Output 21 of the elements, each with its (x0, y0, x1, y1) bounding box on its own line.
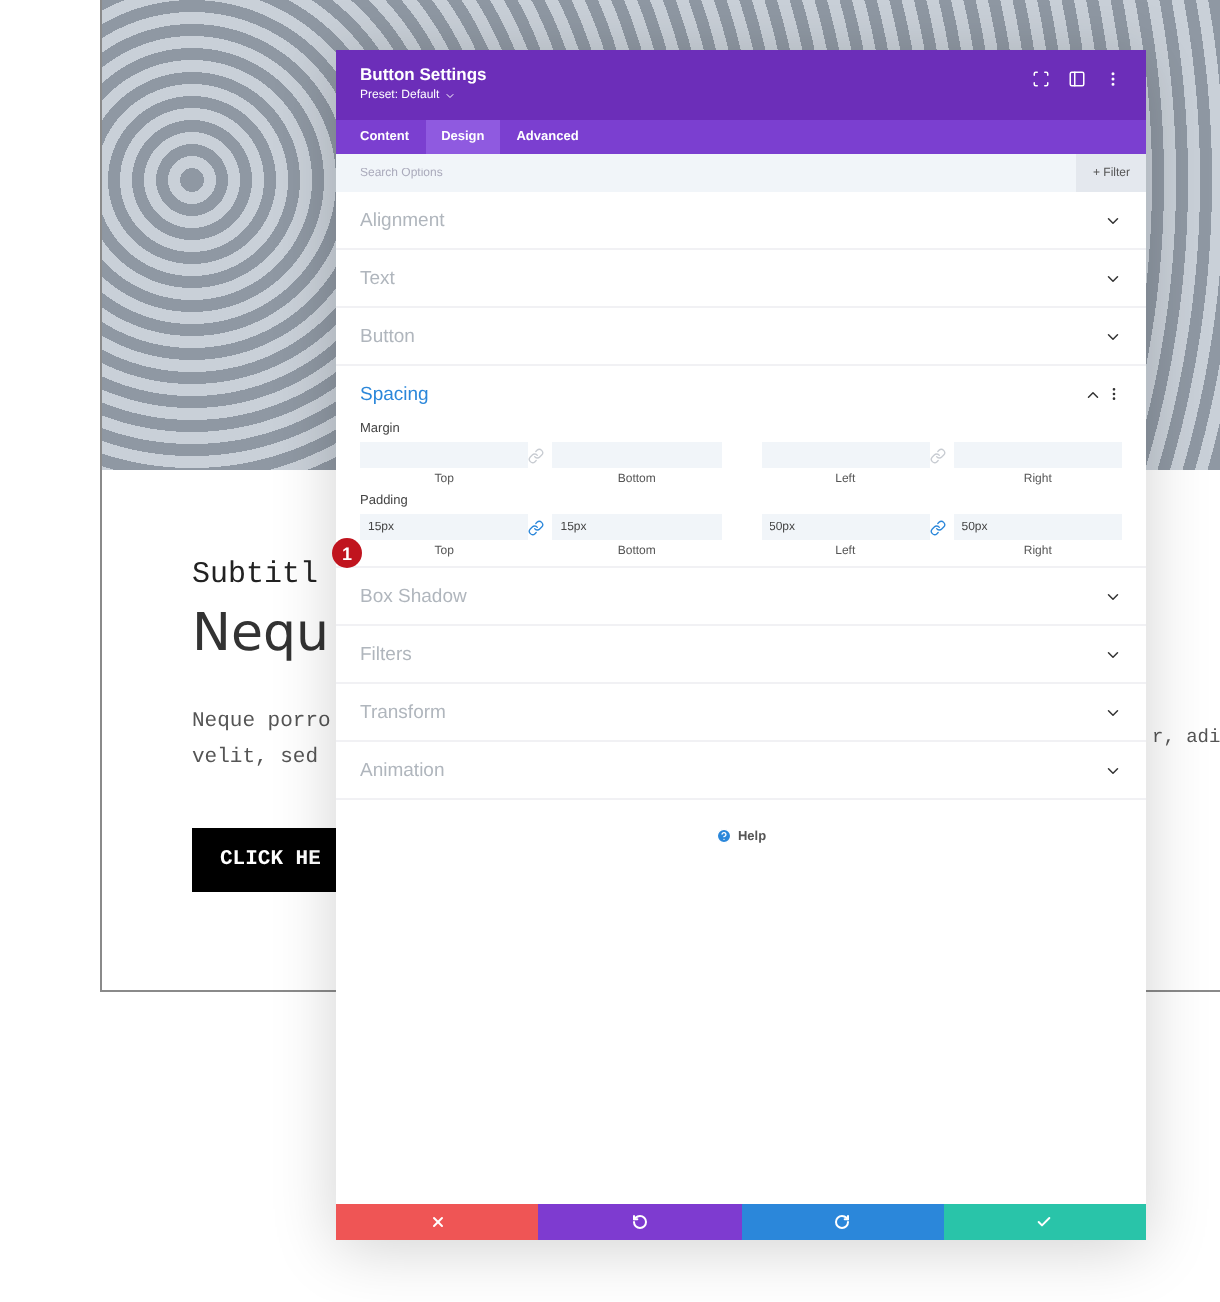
modal-title: Button Settings (360, 64, 487, 84)
sidebar-icon[interactable] (1068, 70, 1086, 88)
section-title[interactable]: Spacing (360, 383, 429, 405)
heading: Nequ (192, 604, 329, 664)
expand-icon[interactable] (1032, 70, 1050, 88)
paragraph-line: velit, sed (192, 744, 321, 774)
paragraph-line: r, adi (1152, 726, 1220, 748)
check-icon (1036, 1214, 1053, 1230)
redo-icon (834, 1214, 851, 1230)
input-field[interactable] (360, 442, 529, 468)
caret-icon[interactable] (443, 90, 456, 102)
link-icon[interactable] (528, 519, 545, 535)
step-badge: 1 (332, 538, 362, 568)
subtitle: Subtitl (192, 558, 319, 592)
input-field[interactable] (761, 442, 930, 468)
close-icon (429, 1214, 446, 1230)
paragraph-line: Neque porro (192, 708, 331, 738)
undo-icon (631, 1214, 648, 1230)
link-icon[interactable] (929, 519, 946, 535)
help-icon (715, 828, 732, 844)
cta-button[interactable]: CLICK HE (192, 828, 336, 892)
